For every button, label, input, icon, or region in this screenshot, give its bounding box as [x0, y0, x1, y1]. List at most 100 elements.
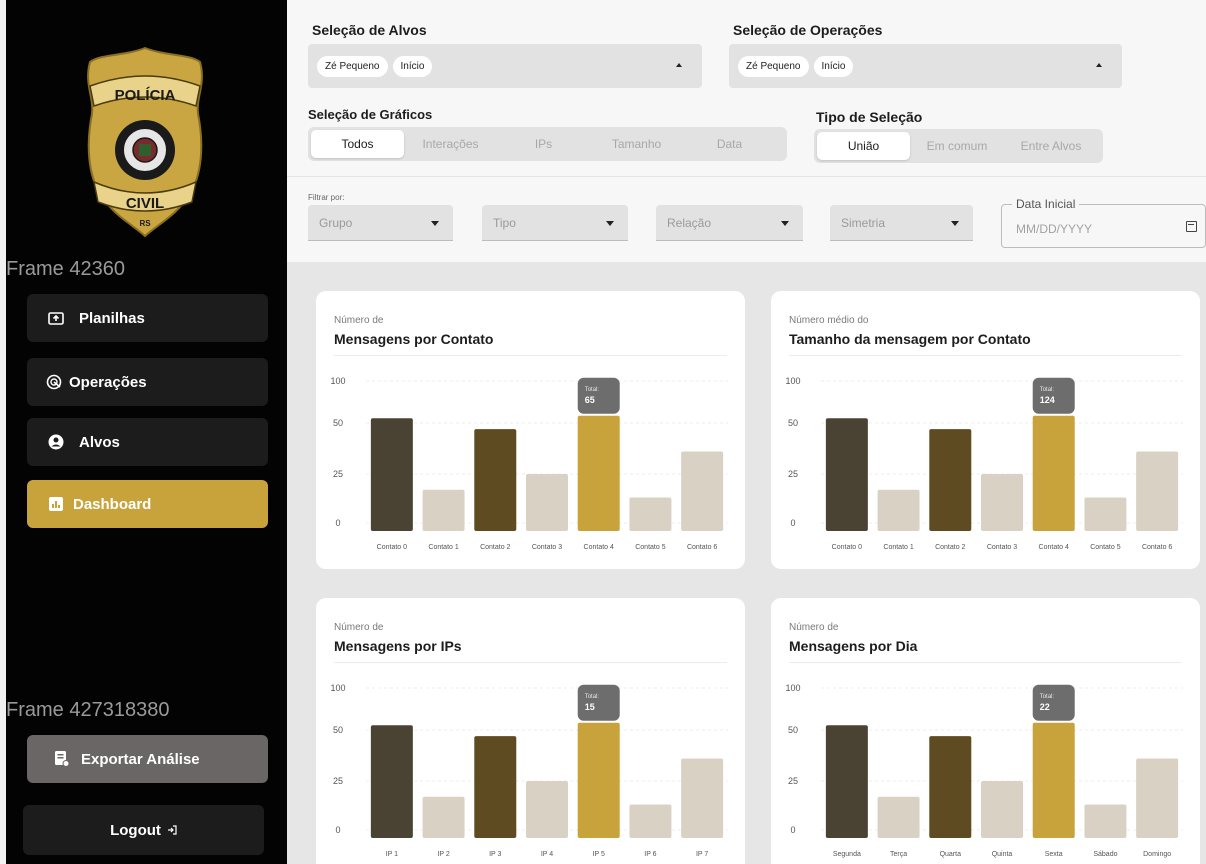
- x-tick-label: Domingo: [1143, 851, 1171, 858]
- chart-option-data[interactable]: Data: [683, 130, 776, 158]
- chart-card-ip-messages: Número de Mensagens por IPs 100 50 25 0 IP 1…: [316, 598, 745, 864]
- logout-icon: [167, 825, 177, 835]
- y-tick-label: 100: [785, 683, 800, 693]
- x-tick-label: Contato 4: [1039, 544, 1069, 551]
- x-tick-label: IP 6: [644, 851, 656, 858]
- sidebar: POLÍCIA CIVIL RS Frame 42360 Planilhas O…: [0, 0, 287, 864]
- nav-item-label: Operações: [69, 373, 147, 391]
- y-tick-label: 0: [335, 825, 340, 835]
- operation-chip[interactable]: Início: [813, 55, 854, 77]
- selection-type-segmented: União Em comum Entre Alvos: [814, 129, 1103, 163]
- nav-item-planilhas[interactable]: Planilhas: [27, 294, 268, 342]
- tooltip-label: Total:: [585, 694, 600, 700]
- target-chip[interactable]: Início: [392, 55, 433, 77]
- nav-item-label: Dashboard: [73, 495, 152, 513]
- logout-label: Logout: [110, 821, 161, 839]
- caret-up-icon[interactable]: [676, 63, 682, 67]
- x-tick-label: Sábado: [1093, 851, 1117, 858]
- tooltip-label: Total:: [585, 387, 600, 393]
- y-tick-label: 100: [330, 376, 345, 386]
- y-tick-label: 25: [333, 776, 343, 786]
- chart-option-todos[interactable]: Todos: [311, 130, 404, 158]
- bar: [629, 804, 672, 838]
- x-tick-label: IP 4: [541, 851, 553, 858]
- type-option-em-comum[interactable]: Em comum: [910, 132, 1004, 160]
- x-tick-label: Segunda: [833, 851, 861, 858]
- bar: [681, 758, 724, 838]
- x-tick-label: Contato 0: [832, 544, 862, 551]
- dropdown-value: Grupo: [319, 215, 353, 230]
- type-dropdown[interactable]: Tipo: [482, 205, 628, 241]
- bar: [577, 722, 620, 838]
- dropdown-value: Relação: [667, 215, 712, 230]
- bar: [877, 796, 920, 838]
- y-tick-label: 0: [790, 825, 795, 835]
- symmetry-dropdown[interactable]: Simetria: [830, 205, 973, 241]
- bar: [422, 796, 465, 838]
- police-badge-logo: POLÍCIA CIVIL RS: [87, 46, 203, 238]
- x-tick-label: Contato 3: [532, 544, 562, 551]
- badge-bottom-text: CIVIL: [126, 195, 164, 212]
- x-tick-label: IP 7: [696, 851, 708, 858]
- nav-item-label: Planilhas: [79, 309, 145, 327]
- x-tick-label: Contato 1: [883, 544, 913, 551]
- y-tick-label: 25: [788, 469, 798, 479]
- type-option-uniao[interactable]: União: [817, 132, 910, 160]
- target-chip[interactable]: Zé Pequeno: [317, 55, 388, 77]
- chart-card-daily-messages: Número de Mensagens por Dia 100 50 25 0 Segu…: [771, 598, 1200, 864]
- bar-chart: 100 50 25 0 Contato 0 Contato 1 Contato 2 Conta…: [330, 376, 728, 551]
- chart-selection-title: Seleção de Gráficos: [308, 107, 433, 122]
- x-tick-label: IP 5: [593, 851, 605, 858]
- bar: [474, 429, 517, 531]
- file-export-icon: [55, 751, 69, 767]
- bar: [1136, 758, 1179, 838]
- logout-button[interactable]: Logout: [23, 805, 264, 855]
- x-tick-label: Contato 5: [1090, 544, 1120, 551]
- bar: [1032, 722, 1075, 838]
- chart-card-contact-messages: Número de Mensagens por Contato 100 50 25 0…: [316, 291, 745, 569]
- x-tick-label: IP 2: [437, 851, 449, 858]
- tooltip-value: 22: [1040, 702, 1050, 712]
- operation-chip[interactable]: Zé Pequeno: [738, 55, 809, 77]
- bar-chart: 100 50 25 0 IP 1 IP 2 IP 3 IP 4 IP 5 Total: 15 IP 6…: [330, 683, 728, 858]
- x-tick-label: Sexta: [1045, 851, 1063, 858]
- x-tick-label: Terça: [890, 851, 907, 858]
- caret-down-icon: [951, 221, 959, 226]
- nav-item-alvos[interactable]: Alvos: [27, 418, 268, 466]
- tooltip-label: Total:: [1040, 387, 1055, 393]
- frame-label-1: Frame 42360: [6, 258, 125, 280]
- x-tick-label: Quarta: [940, 851, 962, 858]
- x-tick-label: Contato 2: [480, 544, 510, 551]
- y-tick-label: 50: [788, 418, 798, 428]
- tooltip-value: 65: [585, 395, 595, 405]
- type-option-entre-alvos[interactable]: Entre Alvos: [1004, 132, 1098, 160]
- tooltip-value: 124: [1040, 395, 1055, 405]
- caret-up-icon[interactable]: [1096, 63, 1102, 67]
- calendar-icon[interactable]: [1186, 221, 1197, 232]
- operation-select[interactable]: Zé Pequeno Início: [729, 44, 1122, 88]
- x-tick-label: IP 3: [489, 851, 501, 858]
- bar-chart: 100 50 25 0 Contato 0 Contato 1 Contato 2 Conta…: [785, 376, 1183, 551]
- chart-selection-segmented: Todos Interações IPs Tamanho Data: [308, 127, 787, 161]
- start-date-field[interactable]: Data Inicial MM/DD/YYYY: [1001, 197, 1206, 248]
- y-tick-label: 50: [788, 725, 798, 735]
- bar: [526, 780, 568, 838]
- bar: [370, 418, 413, 531]
- chart-option-ips[interactable]: IPs: [497, 130, 590, 158]
- chart-option-tamanho[interactable]: Tamanho: [590, 130, 683, 158]
- dropdown-value: Tipo: [493, 215, 516, 230]
- export-analysis-button[interactable]: Exportar Análise: [27, 735, 268, 783]
- relation-dropdown[interactable]: Relação: [656, 205, 803, 241]
- bar-chart-icon: [47, 495, 65, 513]
- bar: [825, 725, 868, 838]
- chart-option-interacoes[interactable]: Interações: [404, 130, 497, 158]
- group-dropdown[interactable]: Grupo: [308, 205, 453, 241]
- bar: [577, 415, 620, 531]
- nav-item-dashboard[interactable]: Dashboard: [27, 480, 268, 528]
- y-tick-label: 50: [333, 418, 343, 428]
- nav-item-operacoes[interactable]: Operações: [27, 358, 268, 406]
- target-select[interactable]: Zé Pequeno Início: [308, 44, 702, 88]
- x-tick-label: Contato 6: [687, 544, 717, 551]
- x-tick-label: IP 1: [386, 851, 398, 858]
- x-tick-label: Contato 2: [935, 544, 965, 551]
